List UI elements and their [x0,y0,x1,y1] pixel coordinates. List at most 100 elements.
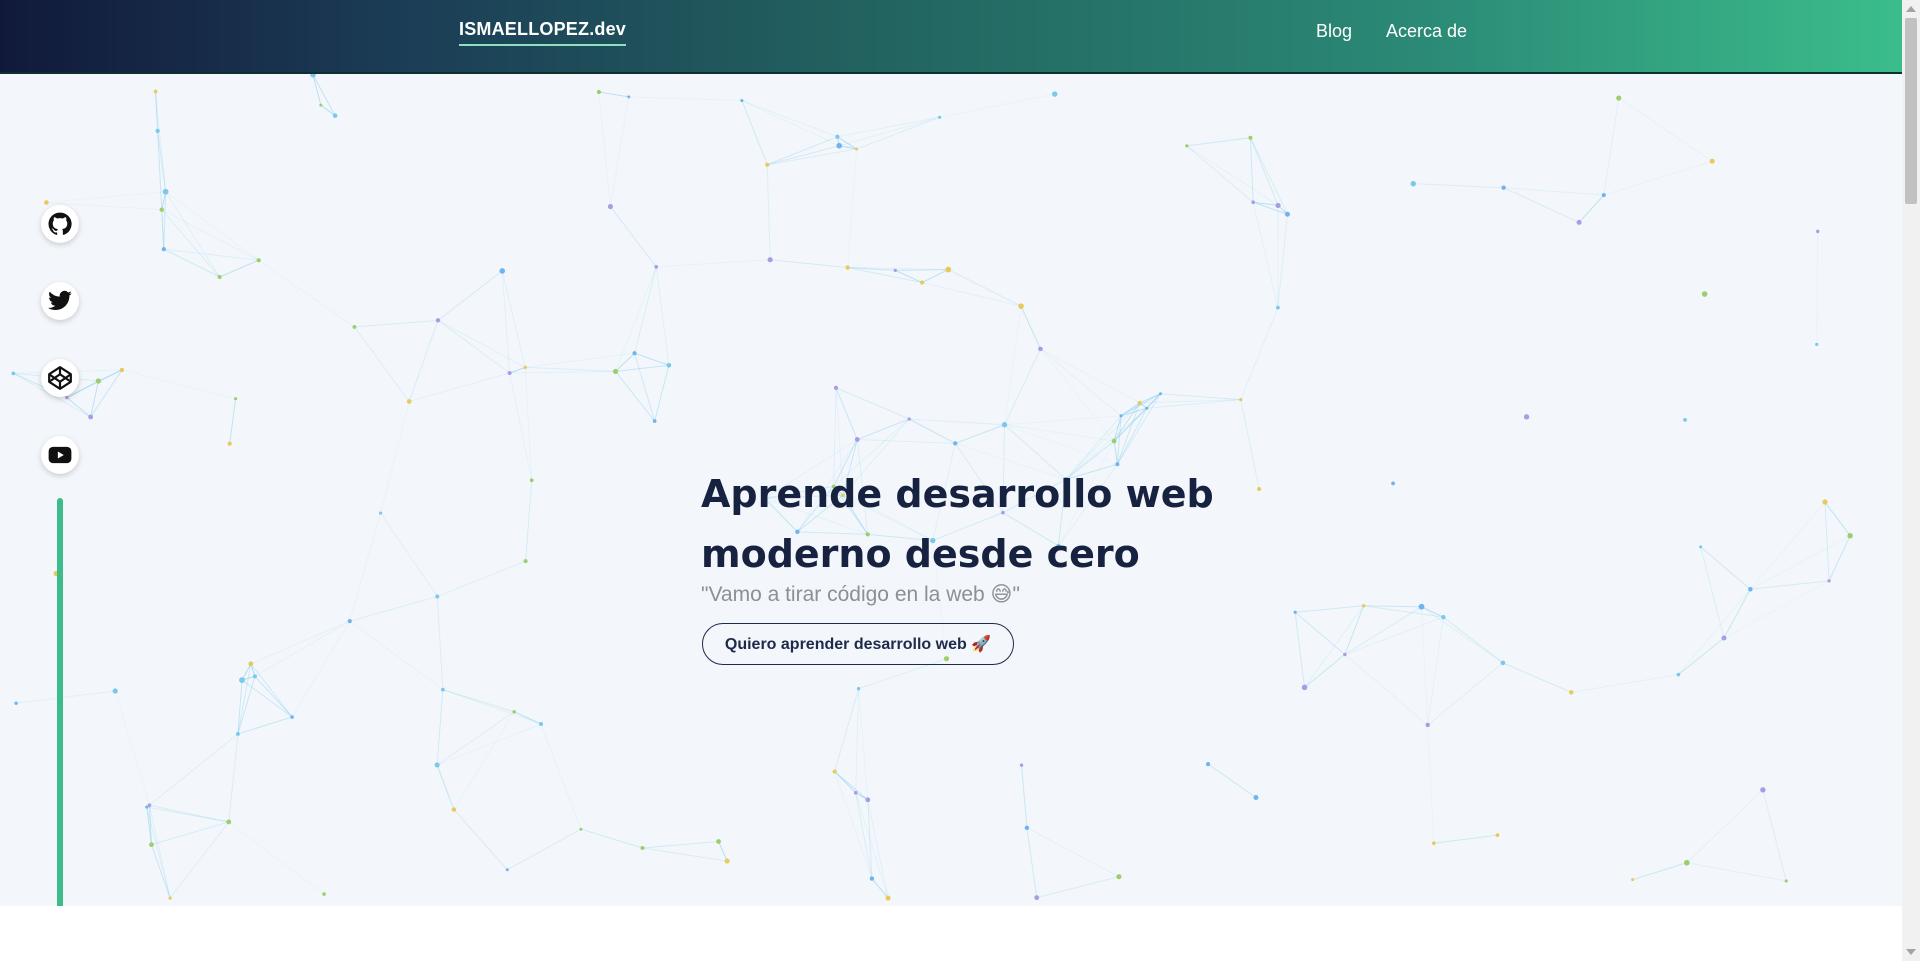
network-link [146,806,229,823]
network-node [907,417,911,421]
network-node [236,732,240,736]
network-link [437,319,510,374]
network-link [1427,617,1444,726]
network-link [1824,501,1830,581]
network-link [1294,611,1346,655]
network-node [1361,604,1366,608]
network-node [1275,202,1281,209]
network-node [579,827,583,831]
network-node [1116,874,1122,880]
network-link [163,248,259,261]
network-link [436,723,542,766]
network-node [451,807,457,812]
network-node [1441,614,1446,620]
network-link [1503,187,1604,196]
network-link [615,364,669,372]
network-node [1185,144,1189,148]
network-link [408,320,439,402]
network-node [1239,398,1243,402]
network-link [150,844,171,899]
network-link [1749,501,1826,590]
network-link [948,269,1022,307]
network-link [1021,765,1028,828]
nav-link-blog[interactable]: Blog [1316,21,1352,42]
network-node [666,362,672,368]
network-node [310,74,316,78]
network-link [312,74,322,106]
network-node [161,247,166,252]
network-node [406,399,412,404]
scrollbar-thumb[interactable] [1905,18,1917,204]
twitter-link[interactable] [41,282,79,320]
network-link [615,266,657,372]
network-node [1784,879,1788,883]
network-link [1443,616,1504,664]
nav-link-about[interactable]: Acerca de [1386,21,1467,42]
network-link [349,512,382,622]
network-node [740,98,744,103]
network-link [254,620,351,677]
network-link [436,596,444,690]
codepen-icon [48,366,72,390]
network-link [718,841,728,862]
network-node [352,325,357,329]
network-node [836,142,843,149]
network-link [1026,827,1120,878]
network-link [1249,137,1279,206]
brand-logo-link[interactable]: ISMAELLOPEZ.dev [459,19,627,46]
network-node [1301,684,1308,691]
learn-web-dev-button[interactable]: Quiero aprender desarrollo web 🚀 [702,623,1014,665]
network-link [1700,546,1751,590]
scroll-up-arrow-icon[interactable] [1906,6,1916,12]
network-link [1160,393,1241,401]
network-node [1432,841,1436,846]
scroll-down-arrow-icon[interactable] [1906,949,1916,955]
network-node [1205,762,1211,767]
network-link [228,821,325,895]
network-link [1762,789,1787,882]
page-scrollbar[interactable] [1902,0,1920,961]
network-node [1253,794,1259,800]
network-link [1026,827,1038,898]
network-link [1240,307,1279,400]
youtube-link[interactable] [41,436,79,474]
network-link [1750,580,1830,590]
network-node [1827,579,1831,583]
hero-section: Aprende desarrollo web moderno desde cer… [0,74,1902,906]
network-node [44,200,49,205]
network-node [885,895,891,901]
network-node [11,371,16,376]
network-link [1632,862,1687,881]
network-node [1018,303,1024,309]
network-link [766,164,771,260]
network-link [741,100,838,138]
codepen-link[interactable] [41,359,79,397]
hero-title-line1: Aprende desarrollo web [701,472,1214,516]
network-node [1034,895,1040,901]
network-node [435,594,440,599]
network-node [1631,878,1635,882]
network-node [159,207,164,212]
network-link [1678,637,1725,675]
network-link [634,353,656,422]
network-link [151,821,229,846]
network-node [953,441,958,446]
network-node [765,162,770,167]
network-node [1257,487,1262,492]
network-node [217,274,222,279]
network-node [145,805,149,809]
network-link [1186,145,1254,203]
network-node [1501,185,1506,190]
network-node [435,318,441,323]
hero-title-line2: moderno desde cero [701,532,1140,576]
network-node [14,701,18,705]
network-link [254,675,293,718]
network-node [1822,499,1828,505]
network-link [634,352,670,366]
network-link [436,764,455,810]
network-link [237,663,252,735]
network-link [837,116,940,138]
scroll-progress-bar [57,498,63,906]
github-link[interactable] [41,205,79,243]
network-link [66,397,91,418]
